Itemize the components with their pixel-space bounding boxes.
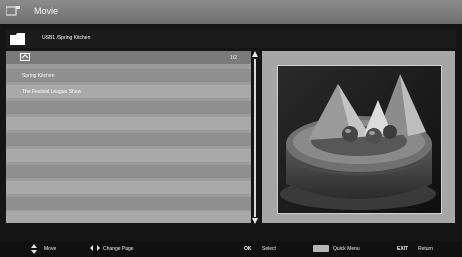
list-item[interactable]: Spring Kitchen [6,69,251,82]
move-hint: Move [44,246,57,252]
empty-row [6,133,251,146]
title-bar: Movie [0,0,462,24]
list-item-label: The Festival League Show [22,89,82,95]
footer-hint-bar: Move Change Page OK Select Quick Menu EX… [0,241,462,257]
change-page-hint: Change Page [103,246,134,252]
current-path: USB1 /Spring Kitchen [42,35,91,41]
file-list: 1/2 Spring Kitchen The Festival League S… [6,51,251,223]
up-folder-icon[interactable] [20,53,30,61]
scroll-down-icon[interactable] [252,218,258,224]
empty-row [6,165,251,178]
app-icon [6,6,20,16]
leftright-arrows-icon [90,245,100,251]
preview-pane [262,51,455,223]
empty-row [6,101,251,114]
empty-row [6,211,251,223]
empty-row [6,117,251,130]
empty-row [6,149,251,162]
folder-icon [10,33,25,45]
quick-menu-hint: Quick Menu [333,246,360,252]
page-count: 1/2 [230,55,237,61]
select-hint: Select [262,246,276,252]
scroll-up-icon[interactable] [252,51,258,57]
return-hint: Return [418,246,434,252]
cake-image [278,66,441,213]
exit-key-label: EXIT [397,246,409,252]
list-item-label: Spring Kitchen [22,73,55,79]
list-item[interactable]: The Festival League Show [6,85,251,98]
empty-row [6,197,251,210]
page-title: Movie [34,6,59,16]
empty-row [6,181,251,194]
list-header-row[interactable]: 1/2 [6,51,251,64]
path-bar: USB1 /Spring Kitchen [6,30,456,48]
updown-arrows-icon [31,244,37,254]
scroll-track[interactable] [254,59,256,217]
ok-key-label: OK [244,246,252,252]
list-scrollbar[interactable] [252,51,258,225]
preview-thumbnail [277,65,442,214]
quick-menu-key [313,245,329,252]
